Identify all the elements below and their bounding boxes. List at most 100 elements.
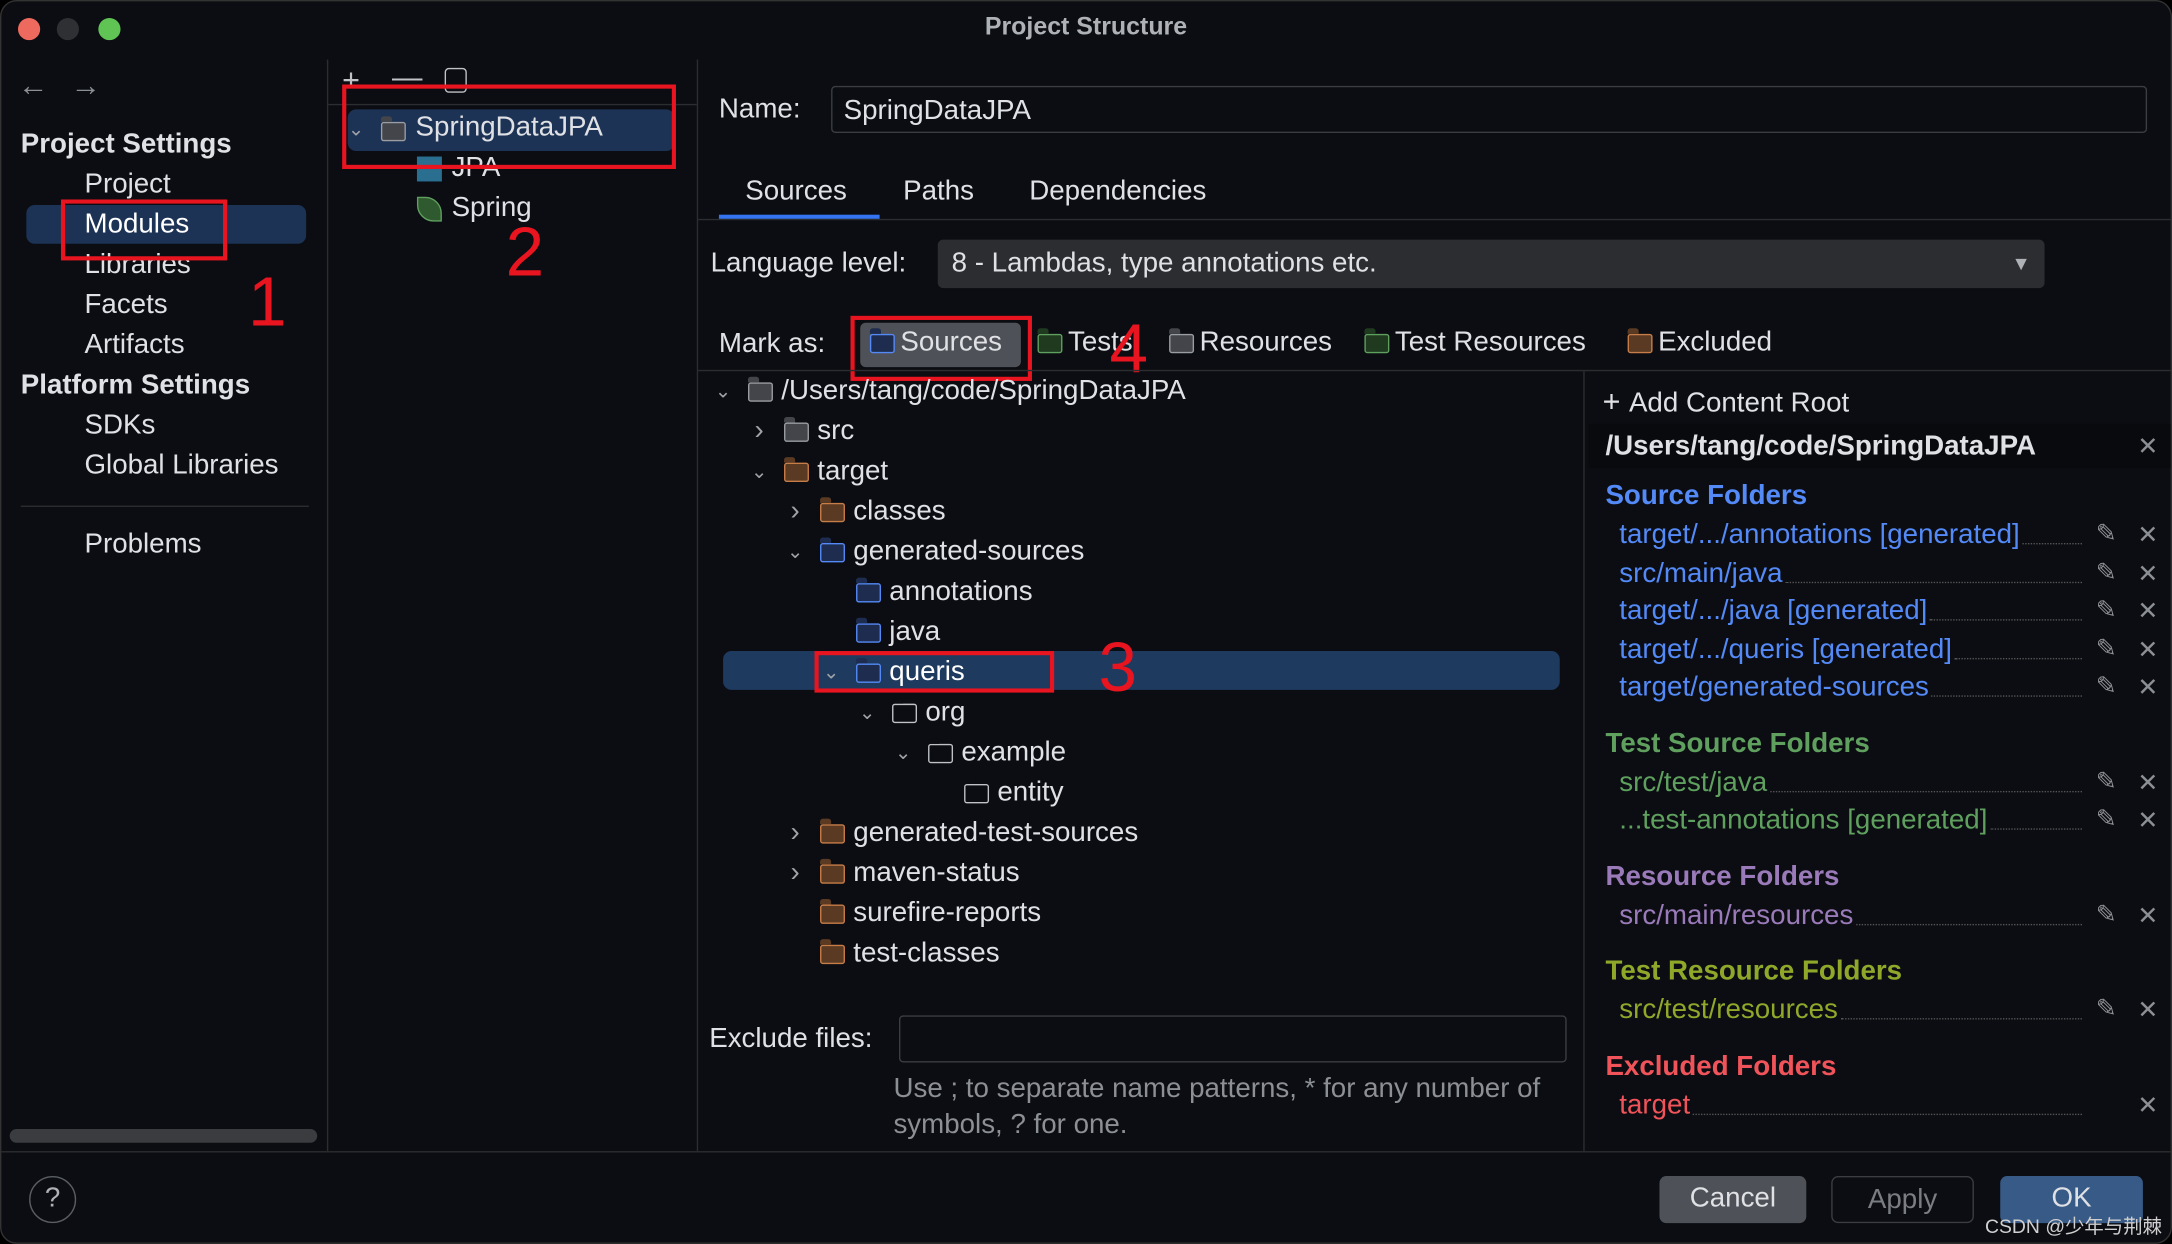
package-icon bbox=[891, 697, 918, 723]
remove-folder-icon[interactable]: ✕ bbox=[2137, 768, 2158, 797]
tree-node[interactable]: annotations bbox=[817, 572, 1033, 612]
folder-entry-path: src/main/java bbox=[1619, 557, 1783, 589]
tree-node[interactable]: ⌄ generated-sources bbox=[781, 532, 1084, 572]
tree-node[interactable]: › classes bbox=[781, 492, 945, 532]
remove-folder-icon[interactable]: ✕ bbox=[2137, 597, 2158, 626]
tree-node-label: generated-test-sources bbox=[853, 817, 1139, 848]
apply-button[interactable]: Apply bbox=[1831, 1176, 1974, 1224]
tab-paths[interactable]: Paths bbox=[903, 176, 974, 208]
tree-node[interactable]: › src bbox=[745, 411, 854, 451]
pencil-icon[interactable]: ✎ bbox=[2096, 672, 2117, 701]
minimize-window-button[interactable] bbox=[56, 18, 79, 41]
chevron-right-icon[interactable]: › bbox=[745, 416, 773, 448]
dotted-leader bbox=[2022, 542, 2082, 545]
window-title: Project Structure bbox=[984, 12, 1188, 41]
folder-entry: target/generated-sources bbox=[1619, 672, 2087, 704]
chevron-down-icon[interactable]: ⌄ bbox=[853, 701, 881, 725]
sidebar-item-problems[interactable]: Problems bbox=[84, 529, 201, 561]
pencil-icon[interactable]: ✎ bbox=[2096, 596, 2117, 625]
source-folder-icon bbox=[819, 536, 845, 562]
remove-folder-icon[interactable]: ✕ bbox=[2137, 635, 2158, 664]
tree-node[interactable]: entity bbox=[925, 773, 1064, 813]
chevron-right-icon[interactable]: › bbox=[781, 817, 809, 849]
generated-source-folder-icon bbox=[855, 576, 881, 602]
folder-icon bbox=[747, 376, 773, 402]
remove-folder-icon[interactable]: ✕ bbox=[2137, 1091, 2158, 1120]
zoom-window-button[interactable] bbox=[98, 18, 121, 41]
excluded-folder-icon bbox=[819, 496, 845, 522]
tab-sources[interactable]: Sources bbox=[745, 176, 847, 208]
folder-entry-path: target/generated-sources bbox=[1619, 671, 1929, 703]
mark-test-resources-button[interactable]: Test Resources bbox=[1363, 327, 1586, 359]
folder-entry-path: target/.../annotations [generated] bbox=[1619, 519, 2020, 550]
forward-arrow-icon[interactable]: → bbox=[71, 68, 101, 104]
pencil-icon[interactable]: ✎ bbox=[2096, 805, 2117, 834]
tree-node[interactable]: java bbox=[817, 612, 940, 652]
tree-node-label: src bbox=[817, 415, 855, 447]
annotation-number-2: 2 bbox=[505, 213, 545, 291]
name-input[interactable]: SpringDataJPA bbox=[831, 85, 2148, 133]
test-resources-folder-icon bbox=[1363, 327, 1390, 353]
tree-node[interactable]: test-classes bbox=[781, 934, 1000, 974]
pencil-icon[interactable]: ✎ bbox=[2096, 767, 2117, 796]
folder-group-title: Excluded Folders bbox=[1605, 1050, 1837, 1082]
sidebar-item-project[interactable]: Project bbox=[84, 169, 170, 201]
pencil-icon[interactable]: ✎ bbox=[2096, 995, 2117, 1024]
pencil-icon[interactable]: ✎ bbox=[2096, 900, 2117, 929]
tree-node[interactable]: surefire-reports bbox=[781, 893, 1041, 933]
divider bbox=[326, 59, 329, 1152]
sidebar-item-artifacts[interactable]: Artifacts bbox=[84, 330, 184, 362]
project-settings-header: Project Settings bbox=[20, 128, 232, 160]
pencil-icon[interactable]: ✎ bbox=[2096, 634, 2117, 663]
tree-node[interactable]: › maven-status bbox=[781, 853, 1019, 893]
pencil-icon[interactable]: ✎ bbox=[2096, 558, 2117, 587]
mark-excluded-button[interactable]: Excluded bbox=[1626, 327, 1772, 359]
chevron-right-icon[interactable]: › bbox=[781, 857, 809, 889]
help-button[interactable]: ? bbox=[29, 1176, 77, 1224]
tree-node[interactable]: ⌄ target bbox=[745, 452, 888, 492]
tree-node[interactable]: ⌄ example bbox=[889, 733, 1066, 773]
remove-content-root-icon[interactable]: ✕ bbox=[2137, 432, 2158, 461]
chevron-right-icon[interactable]: › bbox=[781, 496, 809, 528]
remove-folder-icon[interactable]: ✕ bbox=[2137, 901, 2158, 930]
sidebar-item-sdks[interactable]: SDKs bbox=[84, 410, 155, 442]
close-window-button[interactable] bbox=[18, 18, 41, 41]
language-level-dropdown[interactable]: 8 - Lambdas, type annotations etc. ▼ bbox=[937, 239, 2045, 289]
folder-entry: ...test-annotations [generated] bbox=[1619, 805, 2087, 837]
folder-entry-path: target bbox=[1619, 1089, 1691, 1120]
add-content-root-button[interactable]: + Add Content Root bbox=[1603, 384, 1850, 420]
remove-folder-icon[interactable]: ✕ bbox=[2137, 996, 2158, 1025]
tree-node[interactable]: › generated-test-sources bbox=[781, 813, 1138, 853]
chevron-down-icon[interactable]: ⌄ bbox=[745, 460, 773, 484]
annotation-box-1 bbox=[60, 199, 228, 261]
name-value: SpringDataJPA bbox=[843, 95, 1031, 127]
sidebar-divider bbox=[20, 505, 309, 507]
tree-node-label: surefire-reports bbox=[853, 897, 1042, 929]
remove-folder-icon[interactable]: ✕ bbox=[2137, 673, 2158, 702]
remove-folder-icon[interactable]: ✕ bbox=[2137, 521, 2158, 550]
tab-dependencies[interactable]: Dependencies bbox=[1029, 176, 1206, 208]
pencil-icon[interactable]: ✎ bbox=[2096, 519, 2117, 548]
folder-group-title: Test Source Folders bbox=[1605, 727, 1870, 759]
language-level-label: Language level: bbox=[710, 247, 907, 279]
chevron-down-icon[interactable]: ⌄ bbox=[889, 741, 917, 765]
chevron-down-icon[interactable]: ⌄ bbox=[781, 540, 809, 564]
sidebar-item-facets[interactable]: Facets bbox=[84, 290, 167, 322]
cancel-button[interactable]: Cancel bbox=[1659, 1176, 1807, 1224]
divider bbox=[698, 218, 2171, 221]
exclude-files-input[interactable] bbox=[898, 1015, 1567, 1063]
tree-node[interactable]: ⌄ org bbox=[853, 693, 965, 733]
folder-entry: src/main/java bbox=[1619, 558, 2087, 590]
sidebar-item-global-libraries[interactable]: Global Libraries bbox=[84, 450, 278, 482]
tree-node[interactable]: ⌄ /Users/tang/code/SpringDataJPA bbox=[709, 371, 1186, 411]
tree-node-label: /Users/tang/code/SpringDataJPA bbox=[781, 375, 1186, 406]
folder-icon bbox=[783, 416, 809, 442]
chevron-down-icon[interactable]: ⌄ bbox=[709, 380, 737, 404]
dropdown-arrow-icon: ▼ bbox=[2011, 252, 2031, 275]
sidebar-scrollbar[interactable] bbox=[9, 1128, 318, 1143]
back-arrow-icon[interactable]: ← bbox=[18, 68, 48, 104]
dotted-leader bbox=[1990, 828, 2082, 830]
remove-folder-icon[interactable]: ✕ bbox=[2137, 806, 2158, 835]
remove-folder-icon[interactable]: ✕ bbox=[2137, 559, 2158, 588]
mark-resources-button[interactable]: Resources bbox=[1168, 327, 1332, 359]
